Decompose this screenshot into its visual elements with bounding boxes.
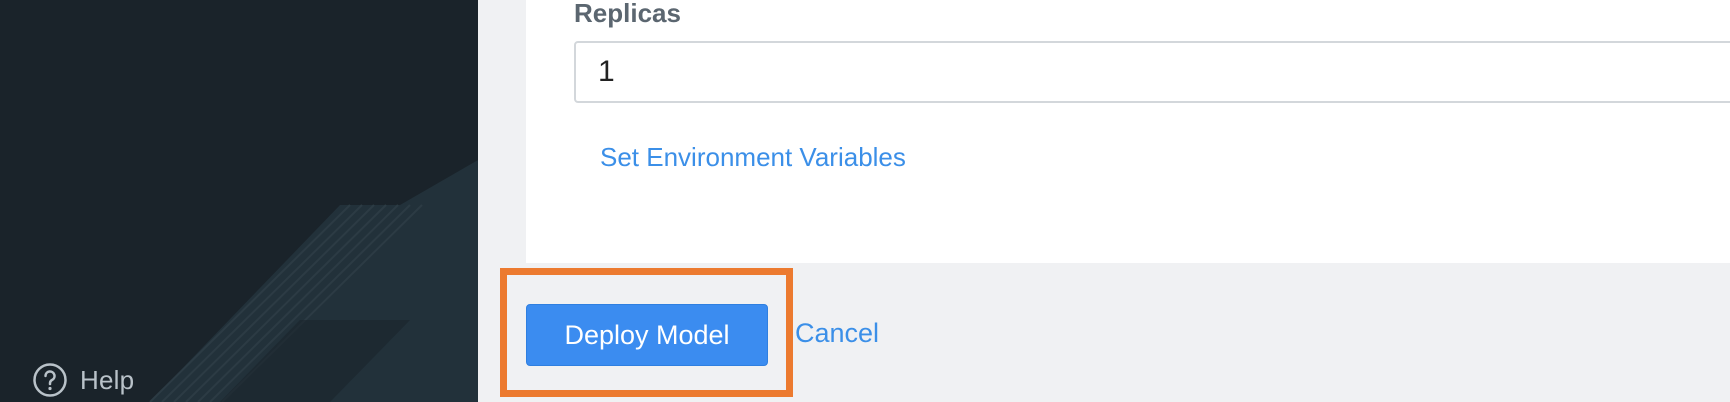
deploy-model-button[interactable]: Deploy Model bbox=[526, 304, 768, 366]
help-label: Help bbox=[80, 364, 135, 395]
sidebar: Help bbox=[0, 0, 478, 402]
help-link[interactable]: Help bbox=[32, 362, 134, 398]
replicas-label: Replicas bbox=[574, 0, 681, 28]
question-circle-icon bbox=[33, 363, 67, 397]
replicas-input[interactable] bbox=[574, 41, 1730, 103]
sidebar-background-art bbox=[149, 160, 478, 402]
set-environment-variables-link[interactable]: Set Environment Variables bbox=[600, 142, 906, 173]
cancel-link[interactable]: Cancel bbox=[795, 318, 879, 349]
form-panel bbox=[526, 0, 1730, 263]
